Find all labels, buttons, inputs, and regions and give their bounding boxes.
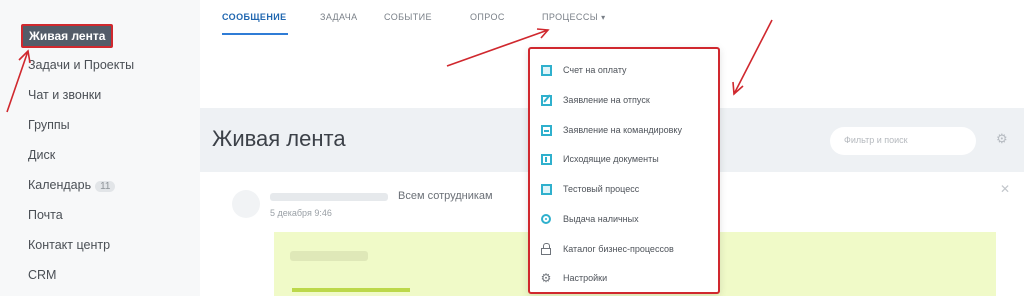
sidebar-item-groups[interactable]: Группы: [28, 118, 70, 132]
avatar[interactable]: [232, 190, 260, 218]
sidebar-item-disk[interactable]: Диск: [28, 148, 55, 162]
menu-item-settings[interactable]: ⚙ Настройки: [540, 268, 608, 288]
lock-icon: [540, 242, 552, 255]
author-name-redacted: [270, 193, 388, 201]
filter-search-input[interactable]: Фильтр и поиск: [830, 127, 976, 155]
page-title: Живая лента: [212, 126, 346, 151]
sidebar-item-calendar[interactable]: Календарь 11: [28, 178, 116, 192]
menu-item-label: Настройки: [563, 273, 608, 283]
edit-icon: [540, 94, 552, 106]
sidebar-item-live-feed[interactable]: Живая лента: [21, 24, 114, 48]
menu-item-cash-issuance[interactable]: Выдача наличных: [540, 209, 639, 229]
post-content-redacted: [290, 251, 368, 261]
sidebar-item-tasks[interactable]: Задачи и Проекты: [28, 58, 134, 72]
document-icon: [540, 183, 552, 195]
sidebar-item-mail[interactable]: Почта: [28, 208, 63, 222]
sidebar-item-chat[interactable]: Чат и звонки: [28, 88, 101, 102]
menu-item-label: Выдача наличных: [563, 214, 639, 224]
left-sidebar: Живая лента Задачи и Проекты Чат и звонк…: [0, 0, 200, 296]
tab-message[interactable]: СООБЩЕНИЕ: [222, 12, 287, 22]
menu-item-label: Заявление на командировку: [563, 125, 682, 135]
post-content-bar: [292, 288, 410, 292]
menu-item-label: Каталог бизнес-процессов: [563, 244, 674, 254]
sidebar-item-label: Календарь: [28, 178, 92, 192]
menu-item-invoice[interactable]: Счет на оплату: [540, 60, 627, 80]
sidebar-item-contact-center[interactable]: Контакт центр: [28, 238, 110, 252]
post-date: 5 декабря 9:46: [270, 208, 332, 218]
menu-item-label: Исходящие документы: [563, 154, 659, 164]
tab-poll[interactable]: ОПРОС: [470, 12, 505, 22]
chevron-down-icon: ▾: [601, 13, 606, 22]
menu-item-label: Счет на оплату: [563, 65, 627, 75]
active-tab-underline: [222, 33, 288, 35]
gear-icon: ⚙: [540, 271, 552, 285]
post-recipients[interactable]: Всем сотрудникам: [398, 190, 493, 202]
processes-dropdown-menu: Счет на оплату Заявление на отпуск Заявл…: [528, 47, 720, 294]
document-icon: [540, 64, 552, 76]
menu-item-business-trip-request[interactable]: Заявление на командировку: [540, 120, 682, 140]
list-icon: [540, 124, 552, 136]
tab-processes[interactable]: ПРОЦЕССЫ ▾: [542, 12, 606, 22]
bitrix-feed-screen: Живая лента Задачи и Проекты Чат и звонк…: [0, 0, 1024, 296]
tab-processes-label: ПРОЦЕССЫ: [542, 12, 599, 22]
menu-item-test-process[interactable]: Тестовый процесс: [540, 179, 639, 199]
tab-event[interactable]: СОБЫТИЕ: [384, 12, 432, 22]
filter-search-placeholder: Фильтр и поиск: [844, 135, 908, 145]
close-icon[interactable]: ✕: [1000, 182, 1010, 196]
coin-icon: [540, 213, 552, 225]
menu-item-vacation-request[interactable]: Заявление на отпуск: [540, 90, 650, 110]
sidebar-item-crm[interactable]: CRM: [28, 268, 56, 282]
calendar-count-badge: 11: [95, 181, 116, 192]
file-icon: [540, 153, 552, 165]
gear-icon[interactable]: ⚙: [996, 131, 1008, 147]
menu-item-process-catalog[interactable]: Каталог бизнес-процессов: [540, 239, 674, 259]
menu-item-outgoing-documents[interactable]: Исходящие документы: [540, 149, 659, 169]
menu-item-label: Заявление на отпуск: [563, 95, 650, 105]
menu-item-label: Тестовый процесс: [563, 184, 640, 194]
tab-task[interactable]: ЗАДАЧА: [320, 12, 358, 22]
